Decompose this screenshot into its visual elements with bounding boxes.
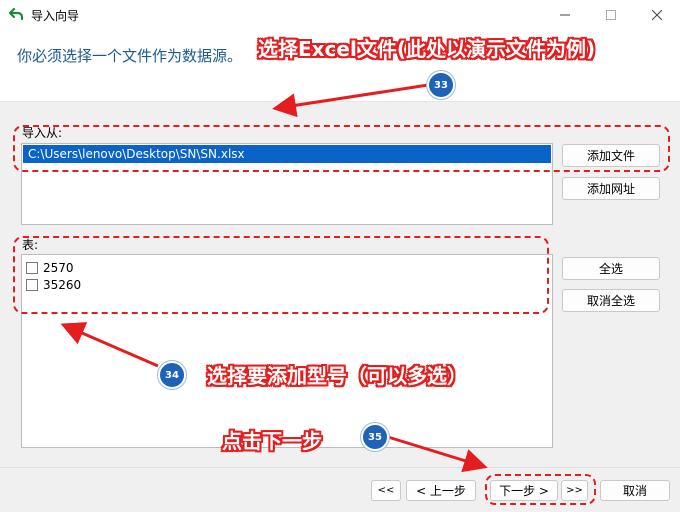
select-all-button[interactable]: 全选 xyxy=(562,257,660,280)
step-34-badge: 34 xyxy=(158,361,186,389)
close-icon xyxy=(652,10,662,20)
window-title: 导入向导 xyxy=(31,9,80,23)
highlight-next-button xyxy=(485,474,596,505)
step-34-caption: 选择要添加型号（可以多选） xyxy=(207,364,467,388)
step-35-caption: 点击下一步 xyxy=(222,429,322,453)
maximize-button[interactable] xyxy=(588,0,634,30)
minimize-icon xyxy=(560,14,570,16)
instruction-text: 你必须选择一个文件作为数据源。 xyxy=(17,47,243,65)
deselect-all-button[interactable]: 取消全选 xyxy=(562,289,660,312)
close-button[interactable] xyxy=(634,0,680,30)
back-arrow-icon xyxy=(8,7,24,21)
title-bar: 导入向导 xyxy=(0,0,680,30)
highlight-tables-list xyxy=(13,236,549,314)
first-page-button[interactable]: << xyxy=(371,480,401,501)
minimize-button[interactable] xyxy=(542,0,588,30)
add-url-button[interactable]: 添加网址 xyxy=(562,177,660,200)
step-35-badge: 35 xyxy=(361,423,389,451)
maximize-icon xyxy=(606,10,616,20)
highlight-import-file xyxy=(13,125,670,172)
previous-button[interactable]: < 上一步 xyxy=(406,480,476,501)
step-33-caption: 选择Excel文件(此处以演示文件为例) xyxy=(258,37,596,61)
step-33-badge: 33 xyxy=(427,71,455,99)
cancel-button[interactable]: 取消 xyxy=(600,480,670,501)
